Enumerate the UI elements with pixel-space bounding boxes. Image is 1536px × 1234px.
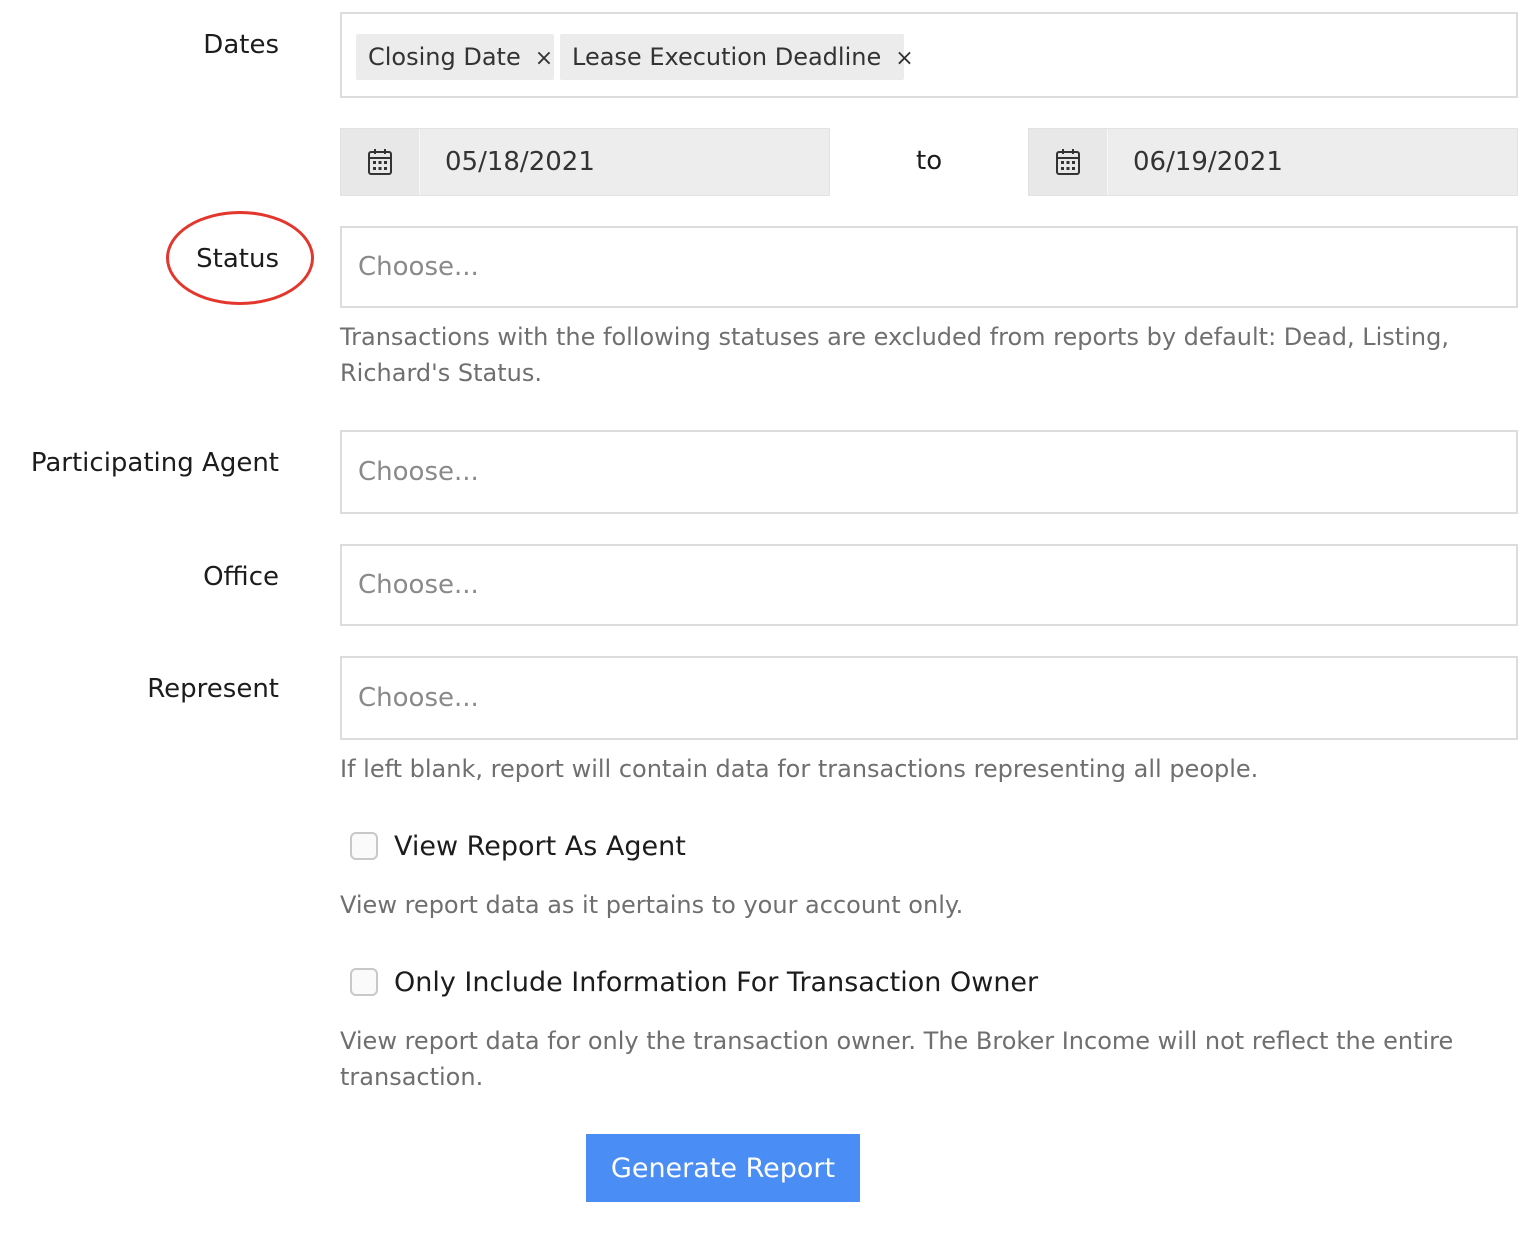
owner-only-help-text: View report data for only the transactio… — [340, 1027, 1454, 1091]
date-range-separator: to — [916, 146, 943, 176]
start-date-field[interactable]: 05/18/2021 — [340, 128, 830, 196]
participating-agent-select[interactable]: Choose... — [340, 430, 1518, 514]
represent-select[interactable]: Choose... — [340, 656, 1518, 740]
calendar-icon[interactable] — [1029, 129, 1108, 195]
view-as-agent-row[interactable]: View Report As Agent — [350, 829, 686, 863]
status-placeholder: Choose... — [358, 252, 479, 282]
office-select[interactable]: Choose... — [340, 544, 1518, 626]
view-as-agent-checkbox[interactable] — [350, 832, 378, 860]
status-help-text: Transactions with the following statuses… — [340, 323, 1449, 387]
owner-only-checkbox[interactable] — [350, 968, 378, 996]
dates-label: Dates — [203, 30, 279, 60]
calendar-icon[interactable] — [341, 129, 420, 195]
represent-help-text: If left blank, report will contain data … — [340, 755, 1259, 783]
status-select[interactable]: Choose... — [340, 226, 1518, 308]
participating-agent-label: Participating Agent — [30, 448, 279, 478]
close-icon[interactable]: × — [895, 46, 913, 71]
tag-label: Closing Date — [368, 43, 521, 71]
view-as-agent-label[interactable]: View Report As Agent — [394, 831, 686, 862]
status-label: Status — [196, 244, 279, 274]
start-date-value: 05/18/2021 — [445, 147, 595, 177]
tag-lease-execution-deadline: Lease Execution Deadline × — [560, 34, 914, 80]
owner-only-row[interactable]: Only Include Information For Transaction… — [350, 965, 1038, 999]
close-icon[interactable]: × — [535, 46, 553, 71]
represent-placeholder: Choose... — [358, 683, 479, 713]
view-as-agent-help-text: View report data as it pertains to your … — [340, 891, 964, 919]
generate-report-button[interactable]: Generate Report — [586, 1134, 860, 1202]
dates-multiselect[interactable]: Closing Date × Lease Execution Deadline × — [340, 12, 1518, 98]
participating-agent-placeholder: Choose... — [358, 457, 479, 487]
end-date-value: 06/19/2021 — [1133, 147, 1283, 177]
tag-label: Lease Execution Deadline — [572, 43, 882, 71]
office-placeholder: Choose... — [358, 570, 479, 600]
owner-only-label[interactable]: Only Include Information For Transaction… — [394, 967, 1038, 998]
end-date-field[interactable]: 06/19/2021 — [1028, 128, 1518, 196]
represent-label: Represent — [147, 674, 279, 704]
office-label: Office — [203, 562, 279, 592]
tag-closing-date: Closing Date × — [356, 34, 554, 80]
